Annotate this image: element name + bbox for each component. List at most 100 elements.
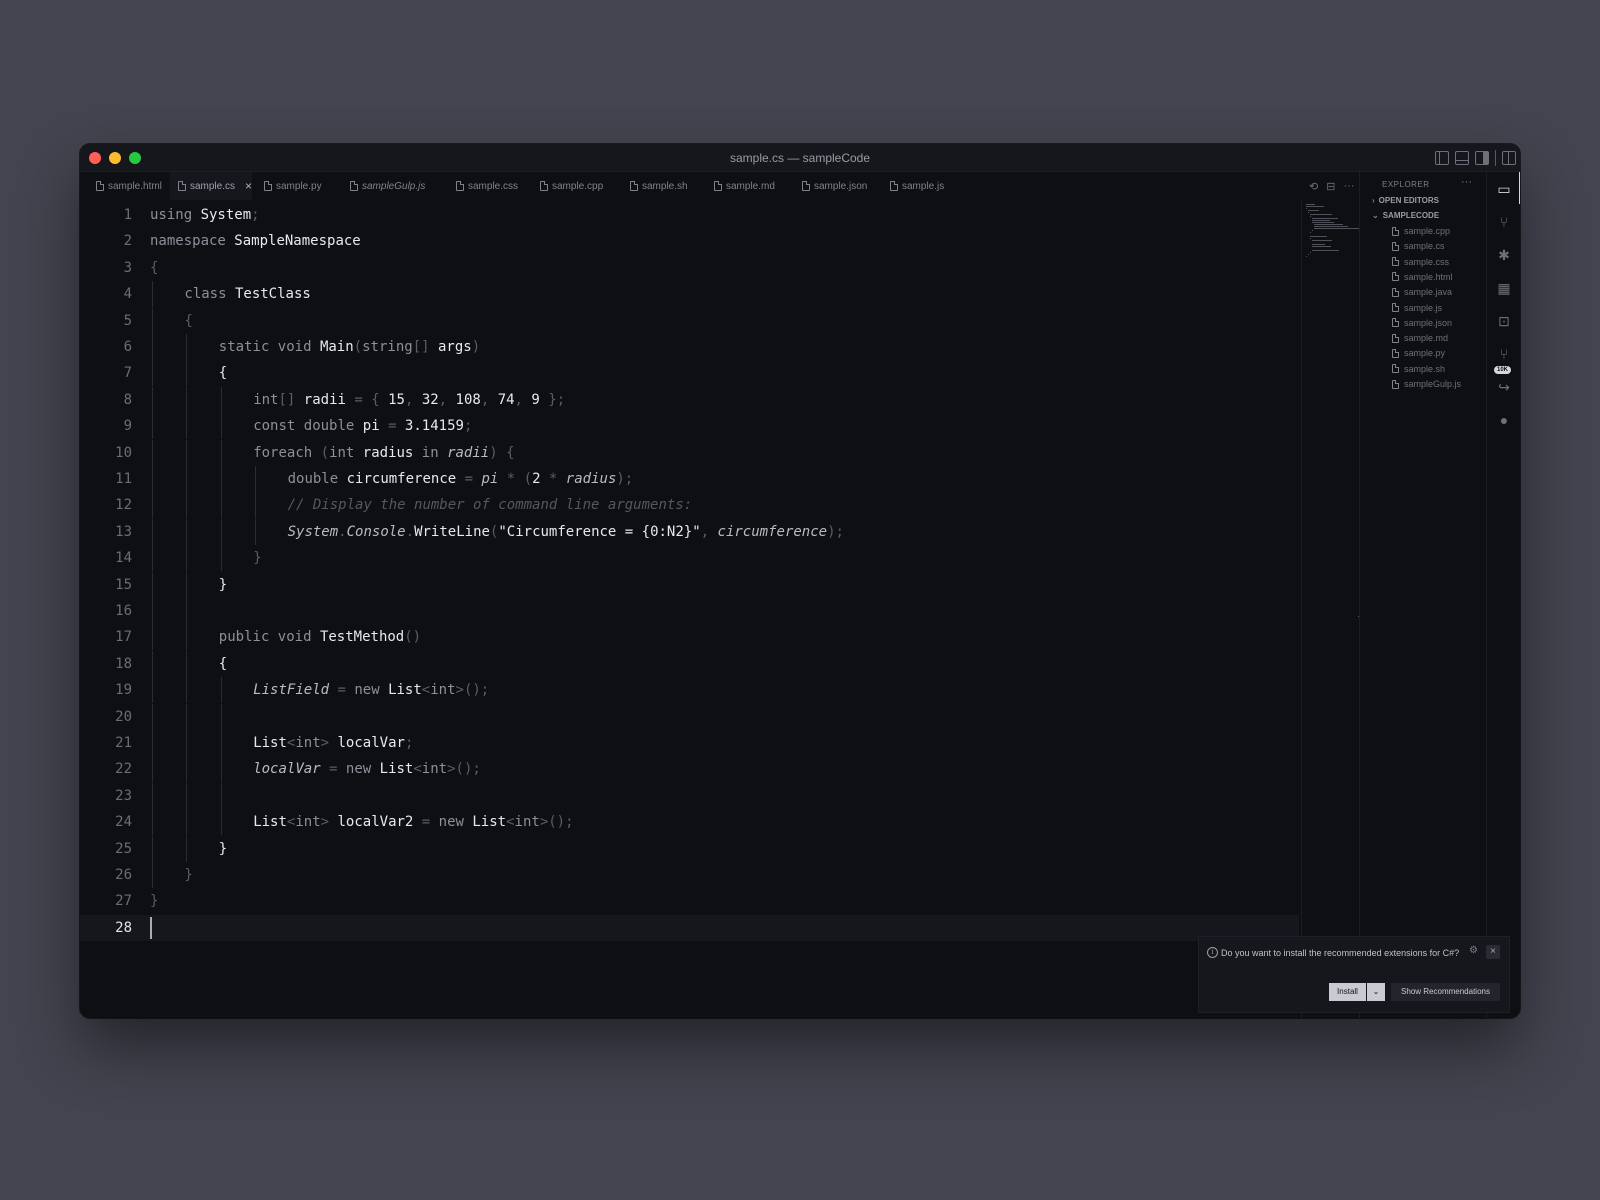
editor-window: sample.cs — sampleCode sample.html sample… bbox=[80, 144, 1520, 1018]
code-token: ); bbox=[827, 523, 844, 540]
code-line[interactable]: 17 public void TestMethod() bbox=[80, 624, 1299, 651]
tab-sample-html[interactable]: sample.html bbox=[88, 172, 168, 200]
tab-sample-js[interactable]: sample.js bbox=[882, 172, 952, 200]
code-line[interactable]: 3{ bbox=[80, 255, 1299, 281]
customize-layout-icon[interactable] bbox=[1502, 151, 1516, 165]
code-line[interactable]: 26} bbox=[80, 862, 1299, 888]
explorer-file-item[interactable]: sample.html bbox=[1392, 272, 1453, 282]
code-line[interactable]: 27} bbox=[80, 888, 1299, 914]
code-line[interactable]: 12 // Display the number of command line … bbox=[80, 492, 1299, 519]
tab-label: sample.js bbox=[902, 180, 945, 192]
code-line[interactable]: 2 namespace SampleNamespace bbox=[80, 228, 1299, 254]
code-line[interactable]: 21 List<int> localVar; bbox=[80, 730, 1299, 756]
code-line[interactable]: 10 foreach (int radius in radii) { bbox=[80, 439, 1299, 466]
explorer-file-item[interactable]: sample.css bbox=[1392, 257, 1449, 267]
indent-guide bbox=[186, 518, 188, 545]
code-line[interactable]: 5{ bbox=[80, 307, 1299, 334]
code-line[interactable]: 28 bbox=[80, 914, 1299, 941]
code-line[interactable]: 1 using System; bbox=[80, 202, 1299, 228]
code-text: static void Main(string[] args) bbox=[219, 334, 480, 360]
code-line[interactable]: 4 class TestClass bbox=[80, 281, 1299, 308]
indent-guide bbox=[220, 466, 222, 492]
code-line[interactable]: 9 const double pi = 3.14159; bbox=[80, 413, 1299, 440]
line-number: 21 bbox=[115, 735, 132, 751]
install-dropdown-button[interactable]: ⌄ bbox=[1367, 983, 1385, 1001]
code-line[interactable]: 6 static void Main(string[] args) bbox=[80, 334, 1299, 360]
show-recommendations-button[interactable]: Show Recommendations bbox=[1391, 983, 1500, 1001]
explorer-file-item[interactable]: sample.json bbox=[1392, 318, 1452, 328]
tab-sample-json[interactable]: sample.json bbox=[794, 172, 878, 200]
source-control-icon[interactable]: ⑂ bbox=[1495, 213, 1513, 231]
code-line[interactable]: 25} bbox=[80, 835, 1299, 862]
code-line[interactable]: 16 bbox=[80, 598, 1299, 624]
install-button[interactable]: Install bbox=[1329, 983, 1366, 1001]
indent-guide bbox=[186, 492, 188, 519]
git-graph-icon[interactable]: ⑂ bbox=[1495, 345, 1513, 363]
tab-sample-cs[interactable]: sample.cs × bbox=[170, 172, 252, 200]
explorer-file-item[interactable]: sample.py bbox=[1392, 348, 1445, 358]
line-number: 15 bbox=[115, 576, 132, 593]
tab-sample-py[interactable]: sample.py bbox=[256, 172, 338, 200]
indent-guide bbox=[220, 545, 222, 572]
code-line[interactable]: 7{ bbox=[80, 360, 1299, 387]
code-line[interactable]: 15} bbox=[80, 571, 1299, 598]
file-icon bbox=[630, 181, 638, 191]
toggle-secondary-sidebar-icon[interactable] bbox=[1475, 151, 1489, 165]
code-line[interactable]: 23 bbox=[80, 782, 1299, 809]
open-editors-section[interactable]: › OPEN EDITORS bbox=[1372, 196, 1439, 205]
explorer-file-item[interactable]: sample.cs bbox=[1392, 241, 1445, 251]
code-token: } bbox=[150, 893, 159, 910]
file-name: sample.cpp bbox=[1404, 226, 1451, 236]
line-number: 11 bbox=[115, 471, 132, 487]
code-token: 108 bbox=[455, 391, 481, 408]
code-line[interactable]: 18 { bbox=[80, 650, 1299, 677]
code-token: { bbox=[150, 259, 159, 276]
toggle-primary-sidebar-icon[interactable] bbox=[1435, 151, 1449, 165]
tab-samplegulp-js[interactable]: sampleGulp.js bbox=[342, 172, 444, 200]
live-share-icon[interactable]: ↪ bbox=[1495, 378, 1513, 396]
line-number: 6 bbox=[123, 339, 132, 355]
code-line[interactable]: 11 double circumference = pi * (2 * radiu… bbox=[80, 466, 1299, 492]
files-icon[interactable]: ▭ bbox=[1495, 180, 1513, 198]
gear-icon[interactable]: ⚙ bbox=[1469, 945, 1478, 956]
tab-sample-cpp[interactable]: sample.cpp bbox=[532, 172, 618, 200]
remote-explorer-icon[interactable]: ⊡ bbox=[1495, 312, 1513, 330]
code-line[interactable]: 14} bbox=[80, 545, 1299, 572]
explorer-more-icon[interactable]: ··· bbox=[1461, 176, 1472, 188]
minimap[interactable] bbox=[1301, 200, 1366, 1018]
file-icon bbox=[714, 181, 722, 191]
code-line[interactable]: 19 ListField = new List<int>(); bbox=[80, 677, 1299, 704]
code-token: , bbox=[438, 391, 456, 408]
tab-label: sample.html bbox=[108, 180, 162, 192]
history-icon[interactable]: ⟲ bbox=[1309, 180, 1318, 193]
toggle-panel-icon[interactable] bbox=[1455, 151, 1469, 165]
code-line[interactable]: 13 System.Console.WriteLine("Circumferenc… bbox=[80, 518, 1299, 545]
explorer-file-item[interactable]: sampleGulp.js bbox=[1392, 379, 1461, 389]
explorer-file-item[interactable]: sample.js bbox=[1392, 303, 1442, 313]
code-token: int bbox=[329, 444, 363, 461]
code-token: ; bbox=[463, 418, 473, 435]
tab-close-icon[interactable]: × bbox=[245, 179, 252, 193]
code-line[interactable]: 8 int[] radii = { 15, 32, 108, 74, 9 }; bbox=[80, 386, 1299, 413]
tab-sample-md[interactable]: sample.md bbox=[706, 172, 790, 200]
explorer-file-item[interactable]: sample.md bbox=[1392, 333, 1448, 343]
tab-sample-sh[interactable]: sample.sh bbox=[622, 172, 702, 200]
explorer-file-item[interactable]: sample.java bbox=[1392, 287, 1452, 297]
explorer-file-item[interactable]: sample.sh bbox=[1392, 364, 1445, 374]
code-line[interactable]: 20 bbox=[80, 703, 1299, 730]
debug-icon[interactable]: ✱ bbox=[1495, 246, 1513, 264]
more-actions-icon[interactable]: ··· bbox=[1343, 180, 1354, 192]
close-icon[interactable]: × bbox=[1486, 945, 1500, 959]
github-icon[interactable]: ● bbox=[1495, 411, 1513, 429]
explorer-file-item[interactable]: sample.cpp bbox=[1392, 226, 1450, 236]
code-token: radius bbox=[565, 471, 617, 487]
code-editor[interactable]: 1 using System; 2 namespace SampleNamespace… bbox=[80, 200, 1359, 1018]
extensions-icon[interactable]: ▦ bbox=[1495, 279, 1513, 297]
tab-sample-css[interactable]: sample.css bbox=[448, 172, 528, 200]
code-token: in bbox=[413, 444, 448, 461]
code-line[interactable]: 22 localVar = new List<int>(); bbox=[80, 756, 1299, 783]
indent-guide bbox=[220, 703, 222, 730]
code-line[interactable]: 24 List<int> localVar2 = new List<int>(); bbox=[80, 809, 1299, 836]
folder-section[interactable]: ⌄ SAMPLECODE bbox=[1372, 211, 1439, 220]
split-editor-icon[interactable]: ⊟ bbox=[1326, 180, 1335, 193]
